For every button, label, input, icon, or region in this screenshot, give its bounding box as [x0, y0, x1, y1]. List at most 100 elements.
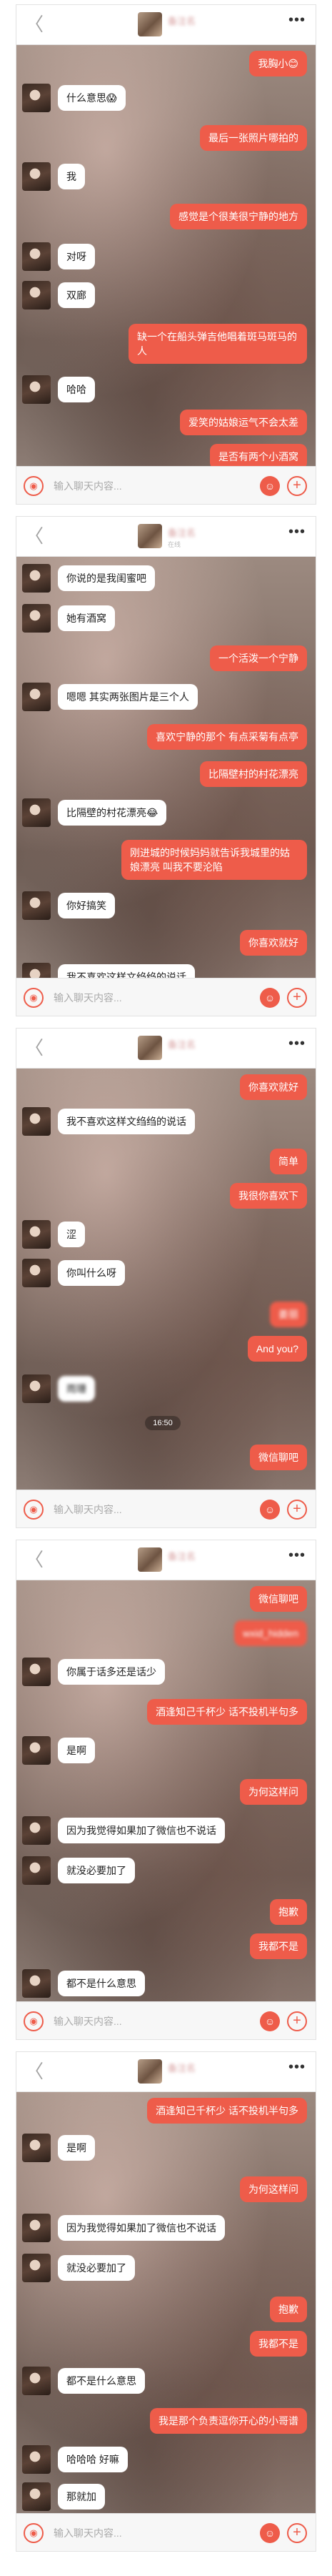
sender-avatar[interactable]	[22, 162, 51, 191]
more-icon[interactable]: •••	[288, 2059, 306, 2076]
sender-avatar[interactable]	[22, 2214, 51, 2242]
contact-avatar[interactable]	[138, 2059, 162, 2084]
message-bubble[interactable]: 你喜欢就好	[240, 930, 307, 956]
voice-icon[interactable]: ◉	[24, 988, 44, 1008]
message-bubble[interactable]: 酒逢知己千杯少 话不投机半句多	[147, 1699, 307, 1725]
sender-avatar[interactable]	[22, 281, 51, 309]
contact-avatar[interactable]	[138, 524, 162, 548]
message-bubble[interactable]: 就没必要加了	[58, 1858, 135, 1883]
message-bubble[interactable]: 是啊	[58, 1738, 95, 1763]
chat-area[interactable]: 酒逢知己千杯少 话不投机半句多 是啊 为何这样问 因为我觉得如果加了微信也不说话…	[16, 2092, 316, 2513]
chat-area[interactable]: 你喜欢就好 我不喜欢这样文绉绉的说话 简单 我很你喜欢下 涩 你叫什么呀 姜丽 …	[16, 1069, 316, 1490]
message-bubble[interactable]: 喜欢宁静的那个 有点采菊有点亭	[147, 724, 307, 750]
message-bubble[interactable]: 抱歉	[270, 1899, 307, 1925]
sender-avatar[interactable]	[22, 2367, 51, 2395]
message-bubble[interactable]: 哈哈	[58, 377, 95, 402]
message-bubble[interactable]: 感觉是个很美很宁静的地方	[170, 204, 307, 229]
sender-avatar[interactable]	[22, 1969, 51, 1998]
plus-icon[interactable]: +	[287, 1500, 307, 1520]
sender-avatar[interactable]	[22, 564, 51, 593]
message-bubble[interactable]: 哈哈哈 好嘛	[58, 2447, 128, 2472]
sender-avatar[interactable]	[22, 1736, 51, 1765]
chat-area[interactable]: 微信聊吧 wxid_hidden 你属于话多还是话少 酒逢知己千杯少 话不投机半…	[16, 1580, 316, 2001]
message-bubble[interactable]: 抱歉	[270, 2297, 307, 2322]
message-bubble[interactable]: 因为我觉得如果加了微信也不说话	[58, 1818, 225, 1843]
message-bubble[interactable]: 刚进城的时候妈妈就告诉我城里的姑娘漂亮 叫我不要沦陷	[121, 840, 307, 880]
sender-avatar[interactable]	[22, 2482, 51, 2511]
message-bubble[interactable]: 我是那个负责逗你开心的小哥谱	[150, 2408, 307, 2434]
sender-avatar[interactable]	[22, 2445, 51, 2474]
plus-icon[interactable]: +	[287, 476, 307, 496]
contact-avatar[interactable]	[138, 1547, 162, 1572]
message-bubble[interactable]: 我不喜欢这样文绉绉的说话	[58, 1109, 195, 1134]
sender-avatar[interactable]	[22, 375, 51, 404]
sender-avatar[interactable]	[22, 891, 51, 920]
message-bubble[interactable]: 我胸小😊	[249, 51, 307, 76]
back-icon[interactable]: 〈	[24, 2061, 45, 2082]
plus-icon[interactable]: +	[287, 2011, 307, 2031]
message-bubble[interactable]: 微信聊吧	[250, 1445, 307, 1470]
message-bubble[interactable]: 嗯嗯 其实两张图片是三个人	[58, 684, 198, 710]
message-bubble[interactable]: 她有酒窝	[58, 605, 115, 631]
sender-avatar[interactable]	[22, 2134, 51, 2162]
more-icon[interactable]: •••	[288, 1036, 306, 1052]
sender-avatar[interactable]	[22, 84, 51, 112]
message-input[interactable]: 输入聊天内容...	[54, 479, 232, 493]
message-input[interactable]: 输入聊天内容...	[54, 991, 232, 1005]
message-bubble[interactable]: 酒逢知己千杯少 话不投机半句多	[147, 2098, 307, 2124]
message-bubble[interactable]: 因为我觉得如果加了微信也不说话	[58, 2215, 225, 2241]
voice-icon[interactable]: ◉	[24, 1500, 44, 1520]
emoji-icon[interactable]: ☺	[260, 2523, 280, 2543]
contact-avatar[interactable]	[138, 12, 162, 36]
message-bubble[interactable]: 为何这样问	[240, 2176, 307, 2202]
message-bubble[interactable]: 最后一张照片哪拍的	[200, 125, 307, 151]
back-icon[interactable]: 〈	[24, 1037, 45, 1059]
sender-avatar[interactable]	[22, 2254, 51, 2282]
back-icon[interactable]: 〈	[24, 14, 45, 35]
chat-area[interactable]: 我胸小😊 什么意思😱 最后一张照片哪拍的 我 感觉是个很美很宁静的地方 对呀 双…	[16, 45, 316, 470]
message-bubble[interactable]: 简单	[270, 1149, 307, 1174]
message-bubble[interactable]: wxid_hidden	[234, 1620, 307, 1646]
message-bubble[interactable]: 双廊	[58, 282, 95, 308]
message-bubble[interactable]: 微信聊吧	[250, 1586, 307, 1612]
message-bubble[interactable]: 你属于话多还是话少	[58, 1659, 165, 1685]
message-bubble[interactable]: 我	[58, 164, 85, 189]
message-bubble[interactable]: 我都不是	[250, 1933, 307, 1959]
message-input[interactable]: 输入聊天内容...	[54, 2526, 232, 2540]
message-bubble[interactable]: 我很你喜欢下	[230, 1183, 307, 1209]
sender-avatar[interactable]	[22, 798, 51, 827]
sender-avatar[interactable]	[22, 1658, 51, 1686]
emoji-icon[interactable]: ☺	[260, 476, 280, 496]
message-bubble[interactable]: 什么意思😱	[58, 85, 126, 111]
message-bubble[interactable]: 缺一个在船头弹吉他唱着斑马斑马的人	[129, 324, 307, 364]
sender-avatar[interactable]	[22, 1259, 51, 1287]
plus-icon[interactable]: +	[287, 2523, 307, 2543]
message-bubble[interactable]: 我都不是	[250, 2331, 307, 2357]
voice-icon[interactable]: ◉	[24, 2011, 44, 2031]
sender-avatar[interactable]	[22, 1816, 51, 1845]
back-icon[interactable]: 〈	[24, 525, 45, 547]
message-bubble[interactable]: 都不是什么意思	[58, 1971, 145, 1996]
message-bubble[interactable]: 比隔壁村的村花漂亮	[200, 761, 307, 787]
message-bubble[interactable]: 雨珊	[58, 1376, 95, 1402]
sender-avatar[interactable]	[22, 242, 51, 271]
sender-avatar[interactable]	[22, 604, 51, 633]
more-icon[interactable]: •••	[288, 1547, 306, 1564]
emoji-icon[interactable]: ☺	[260, 2011, 280, 2031]
message-bubble[interactable]: 为何这样问	[240, 1779, 307, 1805]
more-icon[interactable]: •••	[288, 524, 306, 540]
message-bubble[interactable]: 你喜欢就好	[240, 1074, 307, 1100]
message-input[interactable]: 输入聊天内容...	[54, 1502, 232, 1517]
sender-avatar[interactable]	[22, 1374, 51, 1403]
message-bubble[interactable]: 你叫什么呀	[58, 1260, 125, 1286]
sender-avatar[interactable]	[22, 1220, 51, 1249]
sender-avatar[interactable]	[22, 1856, 51, 1885]
emoji-icon[interactable]: ☺	[260, 988, 280, 1008]
message-bubble[interactable]: 你好搞笑	[58, 893, 115, 918]
message-bubble[interactable]: 姜丽	[270, 1302, 307, 1327]
message-bubble[interactable]: 是啊	[58, 2135, 95, 2161]
message-bubble[interactable]: 就没必要加了	[58, 2255, 135, 2281]
contact-avatar[interactable]	[138, 1036, 162, 1060]
message-bubble[interactable]: 一个活泼一个宁静	[210, 645, 307, 671]
message-bubble[interactable]: 对呀	[58, 244, 95, 269]
